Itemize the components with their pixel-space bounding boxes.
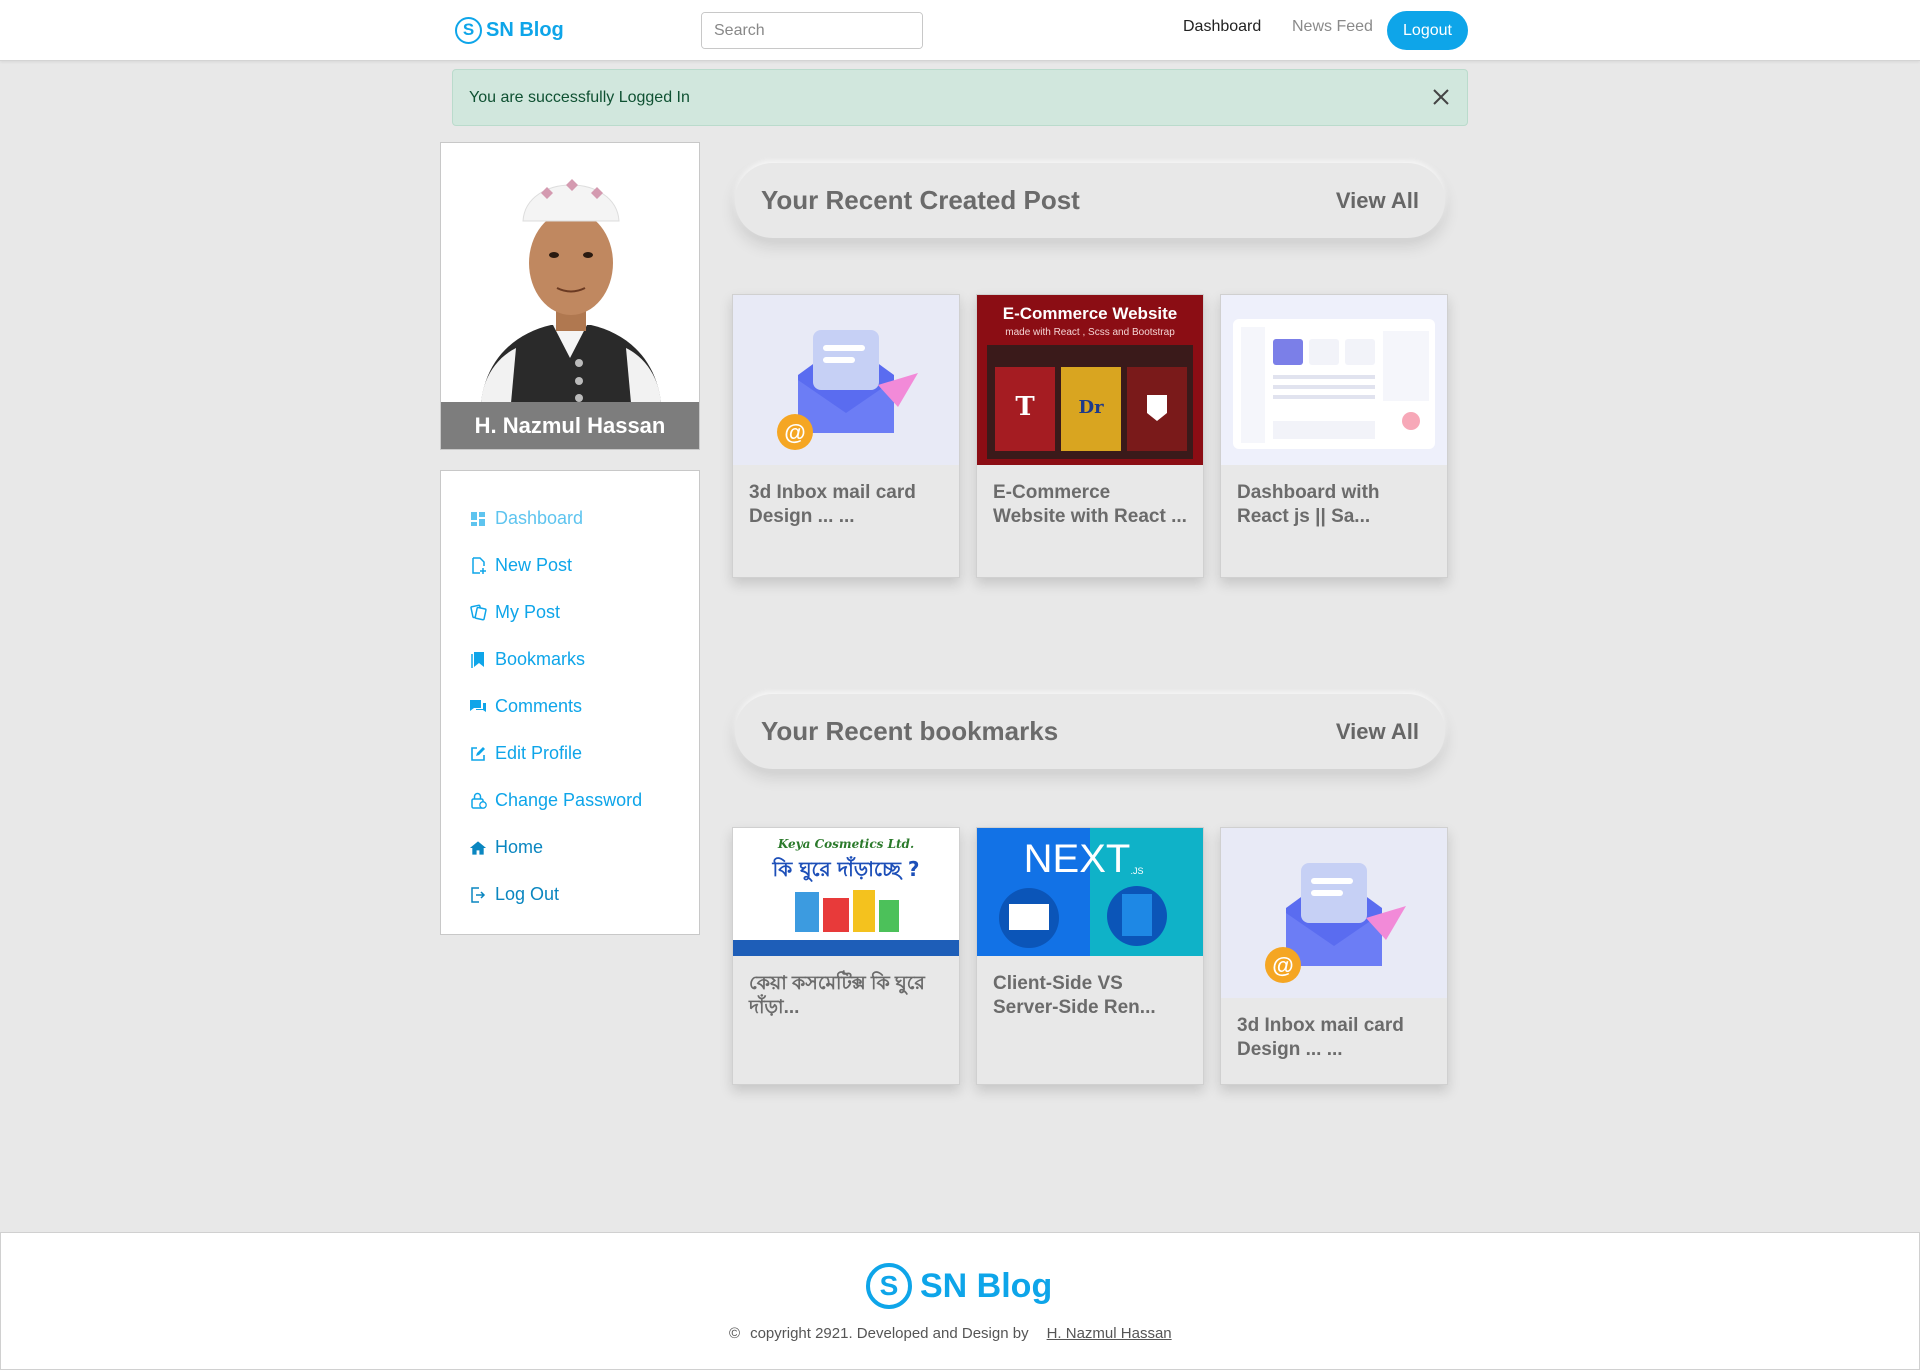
post-card-title: E-Commerce Website with React ... xyxy=(993,482,1187,527)
edit-icon xyxy=(469,745,487,763)
footer-brand-logo[interactable]: S SN Blog xyxy=(866,1263,1052,1309)
thumbnail-subheading: .JS xyxy=(1130,866,1143,876)
alert-close-button[interactable] xyxy=(1429,86,1453,110)
bookmark-thumbnail-mail: @ xyxy=(1221,828,1447,998)
profile-name: H. Nazmul Hassan xyxy=(441,402,699,449)
bookmark-card[interactable]: Keya Cosmetics Ltd. কি ঘুরে দাঁড়াচ্ছে ?… xyxy=(732,827,960,1085)
profile-photo xyxy=(441,143,699,403)
brand-logo-icon: S xyxy=(455,16,482,44)
brand-logo[interactable]: S SN Blog xyxy=(455,15,564,45)
bookmark-thumbnail-nextjs: NEXT .JS xyxy=(977,828,1203,956)
sidebar-item-my-post[interactable]: My Post xyxy=(441,589,699,636)
view-all-bookmarks-link[interactable]: View All xyxy=(1336,719,1419,745)
alert-message: You are successfully Logged In xyxy=(469,88,690,106)
sidebar-item-bookmarks[interactable]: Bookmarks xyxy=(441,636,699,683)
brand-name: SN Blog xyxy=(486,18,564,41)
post-thumbnail-mail: @ xyxy=(733,295,959,465)
success-alert: You are successfully Logged In xyxy=(452,69,1468,126)
top-navbar: S SN Blog Dashboard News Feed Logout xyxy=(0,0,1920,61)
sidebar-item-label: Log Out xyxy=(495,884,560,904)
sidebar-item-label: Home xyxy=(495,837,544,857)
comments-icon xyxy=(469,698,487,716)
dashboard-icon xyxy=(469,510,487,528)
profile-card: H. Nazmul Hassan xyxy=(440,142,700,450)
footer-logo-icon: S xyxy=(866,1263,912,1309)
post-card[interactable]: Dashboard with React js || Sa... xyxy=(1220,294,1448,578)
sidebar-item-label: Bookmarks xyxy=(495,649,586,669)
my-post-icon xyxy=(469,604,487,622)
author-link[interactable]: H. Nazmul Hassan xyxy=(1047,1325,1172,1342)
logout-icon xyxy=(469,886,487,904)
post-card-title: 3d Inbox mail card Design ... ... xyxy=(749,482,916,527)
bookmark-card[interactable]: NEXT .JS Client-Side VS Server-Side Ren.… xyxy=(976,827,1204,1085)
post-card[interactable]: E-Commerce Website made with React , Scs… xyxy=(976,294,1204,578)
thumbnail-heading: NEXT xyxy=(1024,837,1131,881)
svg-text:Dr: Dr xyxy=(1078,397,1104,418)
sidebar-item-log-out[interactable]: Log Out xyxy=(441,871,699,918)
recent-bookmarks-header: Your Recent bookmarks View All xyxy=(735,694,1445,769)
close-icon xyxy=(1433,88,1449,105)
copyright-icon: © xyxy=(729,1325,741,1342)
sidebar-item-label: Comments xyxy=(495,696,583,716)
thumbnail-heading: কি ঘুরে দাঁড়াচ্ছে ? xyxy=(772,856,920,882)
home-icon xyxy=(469,839,487,857)
bookmark-card-title: কেয়া কসমেটিক্স কি ঘুরে দাঁড়া... xyxy=(749,973,925,1018)
view-all-posts-link[interactable]: View All xyxy=(1336,188,1419,214)
footer-brand-name: SN Blog xyxy=(920,1266,1053,1305)
new-post-icon xyxy=(469,557,487,575)
page-footer: S SN Blog © copyright 2921. Developed an… xyxy=(0,1232,1920,1370)
recent-posts-header: Your Recent Created Post View All xyxy=(735,163,1445,238)
sidebar-item-home[interactable]: Home xyxy=(441,824,699,871)
thumbnail-brand: Keya Cosmetics Ltd. xyxy=(777,837,914,851)
sidebar-item-comments[interactable]: Comments xyxy=(441,683,699,730)
bookmark-thumbnail-keya: Keya Cosmetics Ltd. কি ঘুরে দাঁড়াচ্ছে ? xyxy=(733,828,959,956)
sidebar-item-dashboard[interactable]: Dashboard xyxy=(441,495,699,542)
post-thumbnail-ecommerce: E-Commerce Website made with React , Scs… xyxy=(977,295,1203,465)
sidebar-item-label: Edit Profile xyxy=(495,743,583,763)
thumbnail-subheading: made with React , Scss and Bootstrap xyxy=(1005,327,1175,338)
lock-icon xyxy=(469,792,487,810)
post-card[interactable]: @ 3d Inbox mail card Design ... ... xyxy=(732,294,960,578)
footer-copyright: © copyright 2921. Developed and Design b… xyxy=(729,1325,1172,1342)
svg-text:@: @ xyxy=(784,420,805,445)
recent-bookmarks-title: Your Recent bookmarks xyxy=(761,716,1059,746)
sidebar-menu: Dashboard New Post My Post Bookmarks Com… xyxy=(440,470,700,935)
logout-button[interactable]: Logout xyxy=(1387,11,1468,50)
sidebar-item-change-password[interactable]: Change Password xyxy=(441,777,699,824)
sidebar-item-edit-profile[interactable]: Edit Profile xyxy=(441,730,699,777)
sidebar-item-label: Dashboard xyxy=(495,508,584,528)
recent-posts-title: Your Recent Created Post xyxy=(761,185,1080,215)
sidebar-item-label: New Post xyxy=(495,555,573,575)
nav-link-dashboard[interactable]: Dashboard xyxy=(1183,18,1261,36)
bookmark-card[interactable]: @ 3d Inbox mail card Design ... ... xyxy=(1220,827,1448,1085)
sidebar-item-label: Change Password xyxy=(495,790,643,810)
svg-text:T: T xyxy=(1015,392,1035,422)
bookmark-card-title: Client-Side VS Server-Side Ren... xyxy=(993,973,1156,1018)
copyright-text: copyright 2921. Developed and Design by xyxy=(750,1325,1029,1342)
svg-text:@: @ xyxy=(1272,953,1293,978)
post-thumbnail-dashboard xyxy=(1221,295,1447,465)
search-input[interactable] xyxy=(702,13,922,48)
bookmark-card-title: 3d Inbox mail card Design ... ... xyxy=(1237,1015,1404,1060)
bookmark-icon xyxy=(469,651,487,669)
nav-link-news-feed[interactable]: News Feed xyxy=(1292,18,1373,36)
sidebar-item-label: My Post xyxy=(495,602,561,622)
thumbnail-heading: E-Commerce Website xyxy=(1003,304,1177,323)
sidebar-item-new-post[interactable]: New Post xyxy=(441,542,699,589)
post-card-title: Dashboard with React js || Sa... xyxy=(1237,482,1380,527)
search-bar xyxy=(701,12,923,49)
